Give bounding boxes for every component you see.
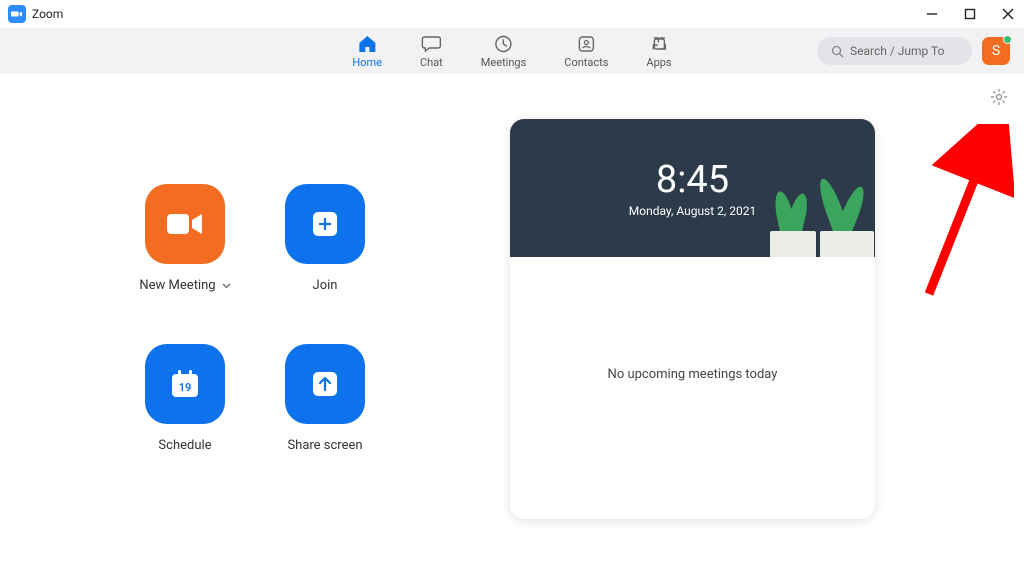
zoom-logo-icon xyxy=(8,5,26,23)
svg-text:19: 19 xyxy=(179,381,192,394)
calendar-icon: 19 xyxy=(169,368,201,400)
presence-indicator xyxy=(1003,35,1012,44)
actions-panel: New Meeting Join 19 xyxy=(0,74,510,580)
window-close-button[interactable] xyxy=(1000,6,1016,22)
share-label: Share screen xyxy=(287,438,362,453)
titlebar: Zoom xyxy=(0,0,1024,28)
calendar-panel: 8:45 Monday, August 2, 2021 No upcoming … xyxy=(510,74,1024,580)
window-maximize-button[interactable] xyxy=(962,6,978,22)
settings-button[interactable] xyxy=(990,88,1008,110)
join-label: Join xyxy=(313,278,338,293)
plus-icon xyxy=(311,210,339,238)
calendar-card: 8:45 Monday, August 2, 2021 No upcoming … xyxy=(510,119,875,519)
new-meeting-label: New Meeting xyxy=(139,278,215,293)
join-button[interactable] xyxy=(285,184,365,264)
tab-apps[interactable]: Apps xyxy=(646,28,671,74)
tab-meetings[interactable]: Meetings xyxy=(481,28,526,74)
tab-contacts[interactable]: Contacts xyxy=(564,28,608,74)
chat-icon xyxy=(420,34,442,54)
clock-icon xyxy=(493,34,515,54)
video-icon xyxy=(166,211,204,237)
share-icon xyxy=(311,370,339,398)
home-icon xyxy=(356,34,378,54)
tab-chat[interactable]: Chat xyxy=(420,28,443,74)
main-toolbar: Home Chat Meetings Contacts Apps Search … xyxy=(0,28,1024,74)
search-icon xyxy=(831,45,844,58)
schedule-label: Schedule xyxy=(158,438,211,453)
clock-time: 8:45 xyxy=(656,158,729,202)
profile-avatar[interactable]: S xyxy=(982,37,1010,65)
tab-home[interactable]: Home xyxy=(352,28,382,74)
window-title: Zoom xyxy=(32,7,63,21)
share-screen-button[interactable] xyxy=(285,344,365,424)
clock-date: Monday, August 2, 2021 xyxy=(629,204,756,218)
clock-hero: 8:45 Monday, August 2, 2021 xyxy=(510,119,875,257)
new-meeting-button[interactable] xyxy=(145,184,225,264)
meetings-empty-state: No upcoming meetings today xyxy=(510,257,875,382)
search-input[interactable]: Search / Jump To xyxy=(817,37,972,65)
apps-icon xyxy=(648,34,670,54)
window-minimize-button[interactable] xyxy=(924,6,940,22)
main-content: New Meeting Join 19 xyxy=(0,74,1024,580)
schedule-button[interactable]: 19 xyxy=(145,344,225,424)
contacts-icon xyxy=(575,34,597,54)
chevron-down-icon[interactable] xyxy=(222,283,231,289)
